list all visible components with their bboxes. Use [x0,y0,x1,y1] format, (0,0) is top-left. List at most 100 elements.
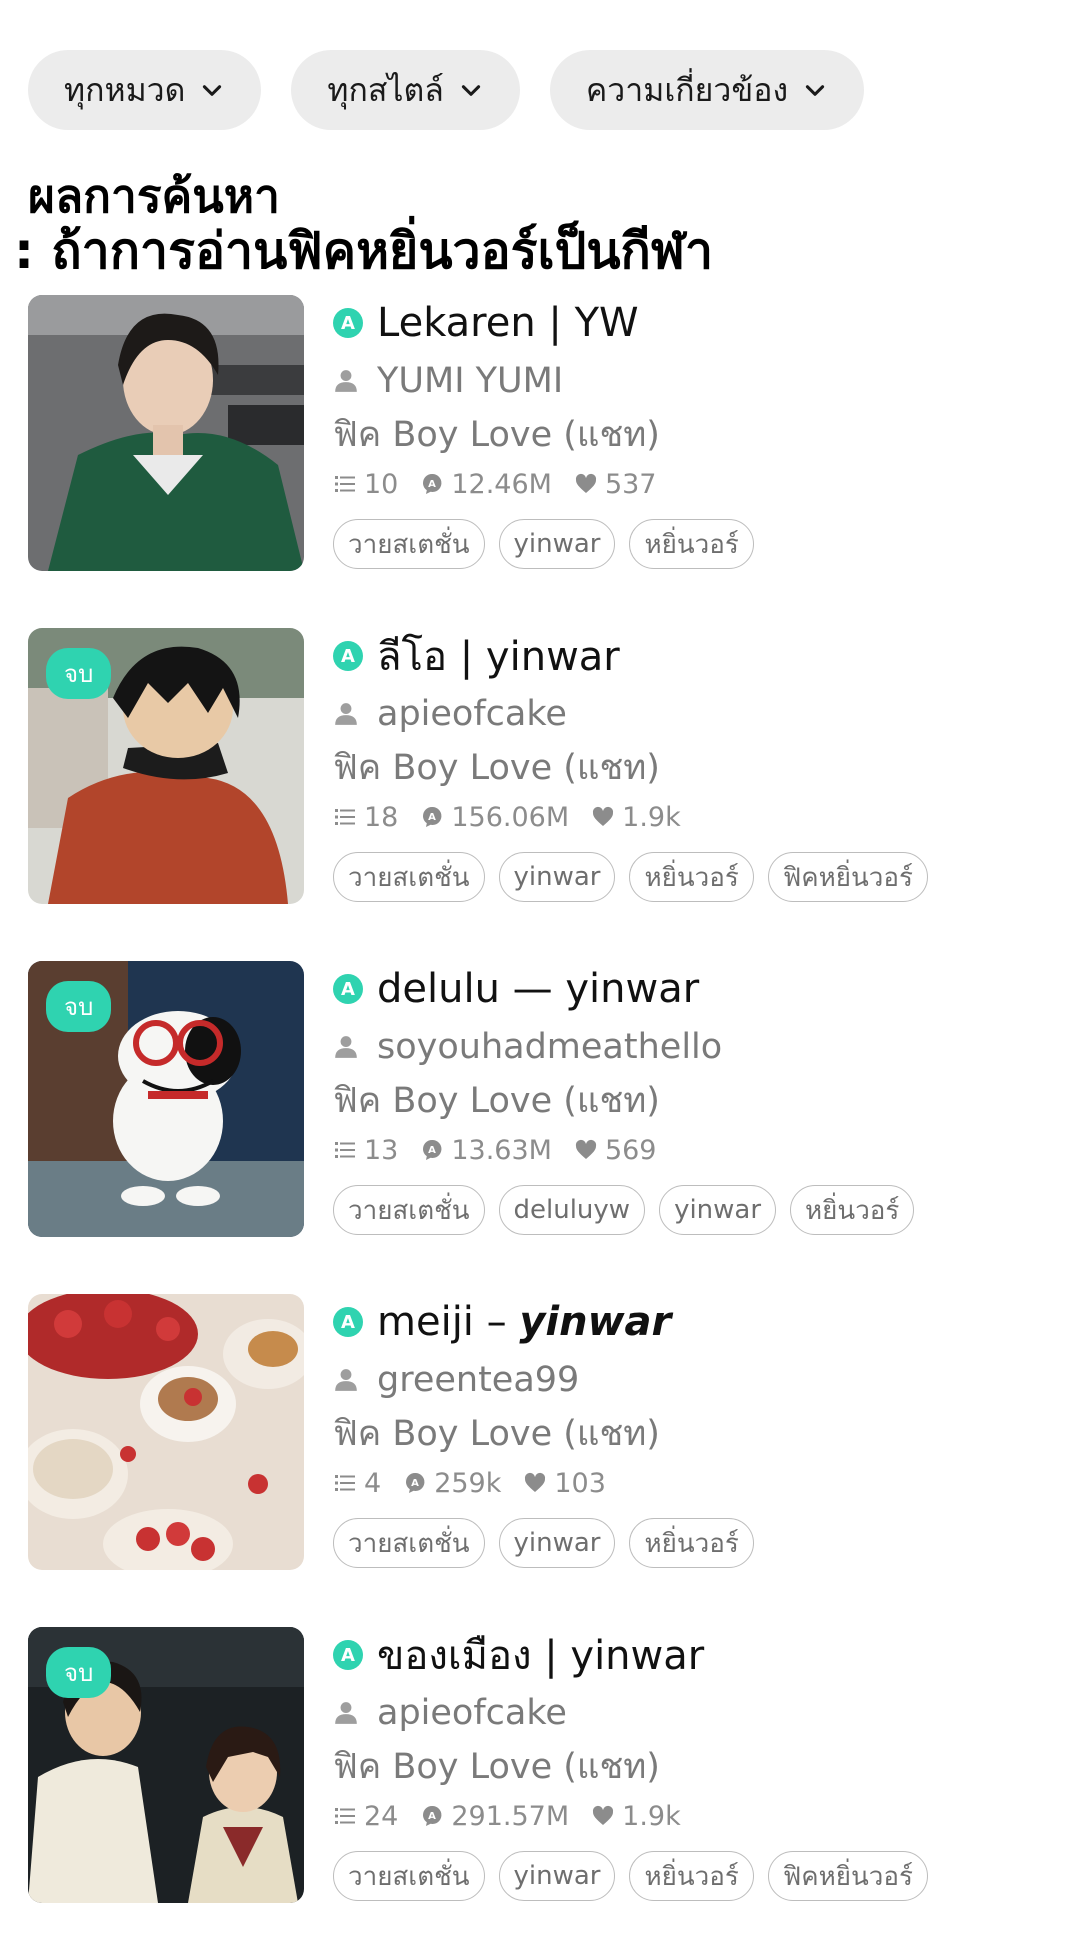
tag[interactable]: deluluyw [498,1185,646,1235]
list-icon [335,809,355,825]
story-stats: 4 A 259k 103 [333,1460,1052,1506]
like-count: 1.9k [622,801,681,833]
tag[interactable]: yinwar [498,519,616,569]
filter-sort[interactable]: ความเกี่ยวข้อง [549,50,865,130]
completed-badge: จบ [46,1647,112,1698]
story-author[interactable]: apieofcake [377,694,567,734]
list-icon [335,1475,355,1491]
story-stats: 13 A 13.63M 569 [333,1127,1052,1173]
like-count: 1.9k [622,1800,681,1832]
story-title[interactable]: ลีโอ | yinwar [377,624,620,688]
list-icon [335,1808,355,1824]
story-author[interactable]: YUMI YUMI [377,361,563,401]
chevron-down-icon [461,85,480,96]
story-card[interactable]: A Lekaren | YW YUMI YUMI ฟิค Boy Love (แ… [28,295,1052,571]
user-icon [335,1702,357,1724]
chat-story-icon: A [333,974,363,1004]
heart-icon [593,806,614,826]
chat-story-icon: A [333,1640,363,1670]
tag[interactable]: หยิ่นวอร์ [629,1851,754,1901]
tag[interactable]: วายสเตชั่น [333,519,485,569]
story-author[interactable]: greentea99 [377,1360,579,1400]
tag[interactable]: yinwar [498,1851,616,1901]
story-author[interactable]: apieofcake [377,1693,567,1733]
heart-icon [575,473,597,493]
story-info: A delulu — yinwar soyouhadmeathello ฟิค … [333,961,1052,1235]
completed-badge: จบ [46,648,112,699]
story-card[interactable]: จบ A ลีโอ | yinwar apieofcake ฟิค Boy Lo… [28,628,1052,904]
tag[interactable]: yinwar [659,1185,777,1235]
view-count: 12.46M [451,468,552,500]
svg-text:A: A [428,812,436,823]
filter-category[interactable]: ทุกหมวด [28,50,262,130]
story-cover-image [28,295,304,571]
filter-bar: ทุกหมวด ทุกสไตล์ ความเกี่ยวข้อง [28,50,865,130]
story-info: A meiji – yinwar greentea99 ฟิค Boy Love… [333,1294,1052,1568]
story-cover-image [28,1294,304,1570]
story-tags: วายสเตชั่น yinwar หยิ่นวอร์ [333,1518,1052,1568]
svg-text:A: A [428,479,436,490]
heart-icon [525,1472,546,1492]
story-title[interactable]: ของเมือง | yinwar [377,1623,704,1687]
story-stats: 10 A 12.46M 537 [333,461,1052,507]
chevron-down-icon [203,85,222,96]
user-icon [335,1369,357,1391]
svg-text:A: A [428,1145,436,1156]
story-category: ฟิค Boy Love (แชท) [333,1081,660,1121]
views-icon: A [423,1139,442,1160]
story-info: A Lekaren | YW YUMI YUMI ฟิค Boy Love (แ… [333,295,1052,569]
story-info: A ลีโอ | yinwar apieofcake ฟิค Boy Love … [333,628,1052,902]
story-tags: วายสเตชั่น yinwar หยิ่นวอร์ ฟิคหยิ่นวอร์ [333,852,1052,902]
chapter-count: 13 [364,1134,399,1166]
story-cover-image: จบ [28,628,304,904]
story-card[interactable]: จบ A delulu — yinwar soyouhadmeathello ฟ… [28,961,1052,1237]
tag[interactable]: หยิ่นวอร์ [790,1185,915,1235]
story-title[interactable]: delulu — yinwar [377,966,699,1012]
tag[interactable]: ฟิคหยิ่นวอร์ [767,1851,928,1901]
story-author[interactable]: soyouhadmeathello [377,1027,722,1067]
tag[interactable]: yinwar [498,852,616,902]
story-category: ฟิค Boy Love (แชท) [333,748,660,788]
tag[interactable]: วายสเตชั่น [333,1851,485,1901]
svg-text:A: A [428,1811,436,1822]
chapter-count: 18 [364,801,399,833]
story-tags: วายสเตชั่น yinwar หยิ่นวอร์ [333,519,1052,569]
views-icon: A [423,473,442,494]
story-category: ฟิค Boy Love (แชท) [333,415,660,455]
story-stats: 24 A 291.57M 1.9k [333,1793,1052,1839]
heart-icon [593,1805,614,1825]
story-title[interactable]: Lekaren | YW [377,300,639,346]
view-count: 156.06M [451,801,570,833]
results-list: A Lekaren | YW YUMI YUMI ฟิค Boy Love (แ… [28,295,1052,1960]
heading-line-1: ผลการค้นหา [28,169,280,223]
filter-style-label: ทุกสไตล์ [327,70,444,109]
story-title-text: meiji – [377,1299,520,1345]
filter-category-label: ทุกหมวด [64,70,186,109]
heading-line-2: : ถ้าการอ่านฟิคหยิ่นวอร์เป็นกีฬา [14,221,714,280]
user-icon [335,703,357,725]
filter-style[interactable]: ทุกสไตล์ [291,50,520,130]
story-stats: 18 A 156.06M 1.9k [333,794,1052,840]
tag[interactable]: วายสเตชั่น [333,1518,485,1568]
story-title[interactable]: meiji – yinwar [377,1299,671,1345]
chapter-count: 24 [364,1800,399,1832]
user-icon [335,1036,357,1058]
story-card[interactable]: จบ A ของเมือง | yinwar apieofcake ฟิค Bo… [28,1627,1052,1903]
completed-badge: จบ [46,981,112,1032]
tag[interactable]: ฟิคหยิ่นวอร์ [767,852,928,902]
tag[interactable]: วายสเตชั่น [333,852,485,902]
like-count: 537 [604,468,657,500]
story-cover-image: จบ [28,961,304,1237]
story-tags: วายสเตชั่น deluluyw yinwar หยิ่นวอร์ [333,1185,1052,1235]
story-category: ฟิค Boy Love (แชท) [333,1747,660,1787]
tag[interactable]: หยิ่นวอร์ [629,519,754,569]
story-category: ฟิค Boy Love (แชท) [333,1414,660,1454]
tag[interactable]: yinwar [498,1518,616,1568]
user-icon [335,370,357,392]
views-icon: A [406,1472,425,1493]
tag[interactable]: วายสเตชั่น [333,1185,485,1235]
tag[interactable]: หยิ่นวอร์ [629,1518,754,1568]
story-card[interactable]: A meiji – yinwar greentea99 ฟิค Boy Love… [28,1294,1052,1570]
svg-text:A: A [411,1478,419,1489]
tag[interactable]: หยิ่นวอร์ [629,852,754,902]
